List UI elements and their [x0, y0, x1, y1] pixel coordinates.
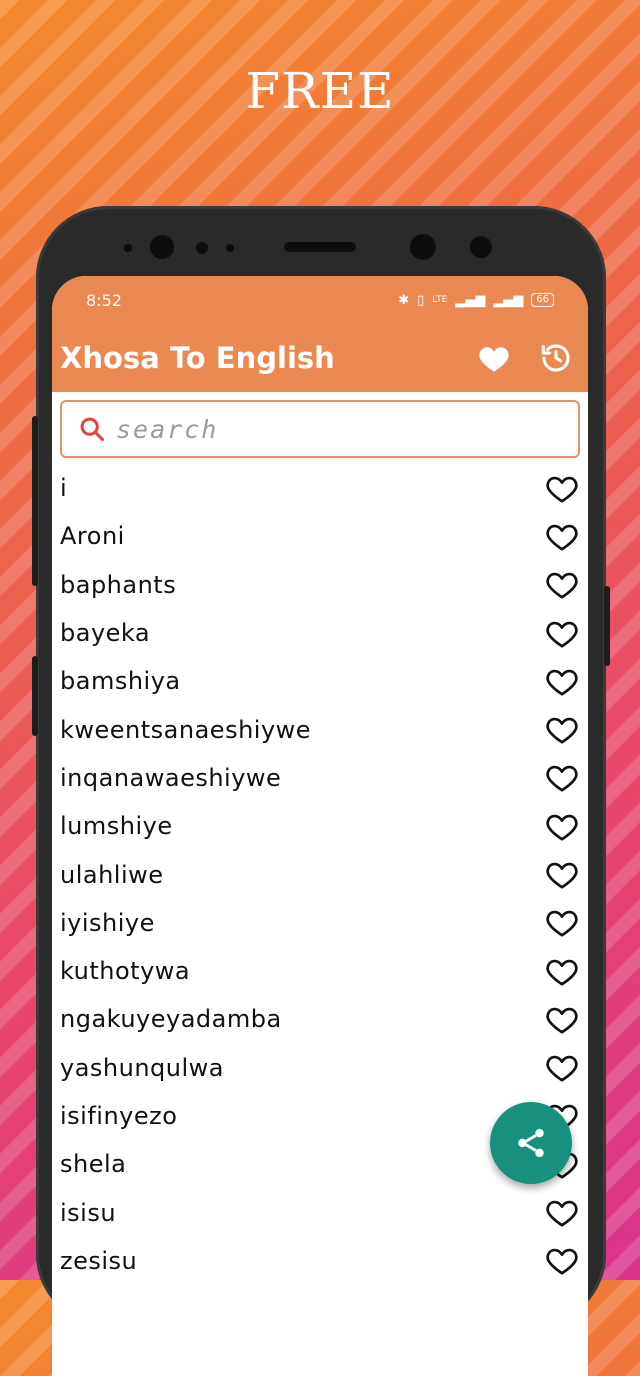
heart-outline-icon	[546, 1055, 578, 1082]
word-text: isifinyezo	[60, 1102, 178, 1130]
search-icon	[80, 417, 105, 442]
bluetooth-icon: ✱	[398, 292, 410, 308]
word-text: kweentsanaeshiywe	[60, 715, 312, 744]
list-item[interactable]: baphants	[52, 561, 588, 609]
favorite-toggle-button[interactable]	[542, 710, 582, 750]
word-text: yashunqulwa	[60, 1053, 224, 1082]
word-text: lumshiye	[60, 812, 173, 841]
word-text: i	[60, 474, 68, 503]
favorite-toggle-button[interactable]	[542, 999, 582, 1039]
volte-icon: LTE	[432, 295, 448, 305]
favorite-toggle-button[interactable]	[542, 516, 582, 556]
search-box[interactable]	[60, 400, 580, 458]
history-icon	[541, 344, 570, 372]
heart-outline-icon	[546, 1249, 578, 1275]
heart-outline-icon	[546, 669, 578, 696]
list-item[interactable]: kuthotywa	[52, 947, 588, 995]
word-text: zesisu	[60, 1246, 138, 1275]
word-text: Aroni	[60, 522, 125, 551]
phone-side-button	[604, 586, 610, 666]
favorite-toggle-button[interactable]	[542, 1241, 582, 1281]
heart-outline-icon	[546, 959, 578, 986]
heart-outline-icon	[546, 524, 578, 551]
history-button[interactable]	[532, 334, 580, 382]
favorite-toggle-button[interactable]	[542, 758, 582, 798]
share-button[interactable]	[490, 1102, 572, 1184]
heart-filled-icon	[479, 347, 509, 372]
front-camera	[410, 234, 436, 260]
favorite-toggle-button[interactable]	[542, 613, 582, 653]
status-time: 8:52	[86, 290, 122, 310]
list-item[interactable]: yashunqulwa	[52, 1044, 588, 1092]
app-screen: 8:52 ✱ ▯ LTE ▂▄▆ ▂▄▆ 66 Xhosa To English	[52, 276, 588, 1376]
favorite-toggle-button[interactable]	[542, 903, 582, 943]
status-icons: ✱ ▯ LTE ▂▄▆ ▂▄▆ 66	[398, 293, 554, 308]
front-camera	[150, 235, 174, 259]
word-text: inqanawaeshiywe	[60, 763, 282, 792]
promo-title: FREE	[245, 62, 395, 120]
list-item[interactable]: lumshiye	[52, 802, 588, 850]
search-input[interactable]	[114, 413, 538, 445]
favorites-button[interactable]	[470, 334, 518, 382]
app-bar: Xhosa To English	[52, 324, 588, 392]
list-item[interactable]: kweentsanaeshiywe	[52, 705, 588, 753]
list-item[interactable]: zesisu	[52, 1237, 588, 1285]
front-sensor-dot	[226, 244, 234, 252]
signal-roaming-icon: ▂▄▆	[493, 292, 524, 308]
heart-outline-icon	[546, 717, 578, 744]
status-bar: 8:52 ✱ ▯ LTE ▂▄▆ ▂▄▆ 66	[52, 276, 588, 324]
front-sensor-dot	[196, 242, 208, 254]
phone-side-button	[32, 656, 38, 736]
front-camera	[470, 236, 492, 258]
list-item[interactable]: i	[52, 464, 588, 512]
favorite-toggle-button[interactable]	[542, 1193, 582, 1233]
favorite-toggle-button[interactable]	[542, 661, 582, 701]
heart-outline-icon	[546, 1200, 578, 1227]
share-icon	[518, 1128, 544, 1158]
word-text: iyishiye	[60, 908, 155, 937]
list-item[interactable]: bamshiya	[52, 657, 588, 705]
word-text: shela	[60, 1150, 127, 1179]
earpiece-speaker	[284, 242, 356, 252]
heart-outline-icon	[546, 911, 578, 937]
list-item[interactable]: bayeka	[52, 609, 588, 657]
word-text: ngakuyeyadamba	[60, 1005, 282, 1034]
heart-outline-icon	[546, 814, 578, 841]
heart-outline-icon	[546, 572, 578, 599]
battery-icon: 66	[531, 293, 554, 307]
list-item[interactable]: ngakuyeyadamba	[52, 995, 588, 1043]
word-text: kuthotywa	[60, 957, 191, 986]
favorite-toggle-button[interactable]	[542, 951, 582, 991]
list-item[interactable]: ulahliwe	[52, 850, 588, 898]
app-title: Xhosa To English	[60, 341, 335, 375]
heart-outline-icon	[546, 766, 578, 792]
heart-outline-icon	[546, 621, 578, 648]
phone-frame: 8:52 ✱ ▯ LTE ▂▄▆ ▂▄▆ 66 Xhosa To English	[32, 206, 610, 1376]
word-text: baphants	[60, 570, 177, 599]
list-item[interactable]: isisu	[52, 1188, 588, 1236]
favorite-toggle-button[interactable]	[542, 565, 582, 605]
signal-icon: ▂▄▆	[455, 292, 486, 308]
word-text: isisu	[60, 1198, 117, 1227]
front-sensor-dot	[124, 244, 132, 252]
list-item[interactable]: iyishiye	[52, 899, 588, 947]
word-text: ulahliwe	[60, 860, 164, 889]
list-item[interactable]: inqanawaeshiywe	[52, 754, 588, 802]
word-text: bayeka	[60, 619, 151, 648]
list-item[interactable]: Aroni	[52, 512, 588, 560]
phone-side-button	[32, 416, 38, 586]
heart-outline-icon	[546, 476, 578, 503]
vibrate-icon: ▯	[417, 292, 425, 308]
heart-outline-icon	[546, 862, 578, 889]
favorite-toggle-button[interactable]	[542, 806, 582, 846]
favorite-toggle-button[interactable]	[542, 855, 582, 895]
favorite-toggle-button[interactable]	[542, 1048, 582, 1088]
word-text: bamshiya	[60, 667, 181, 696]
favorite-toggle-button[interactable]	[542, 468, 582, 508]
heart-outline-icon	[546, 1007, 578, 1034]
